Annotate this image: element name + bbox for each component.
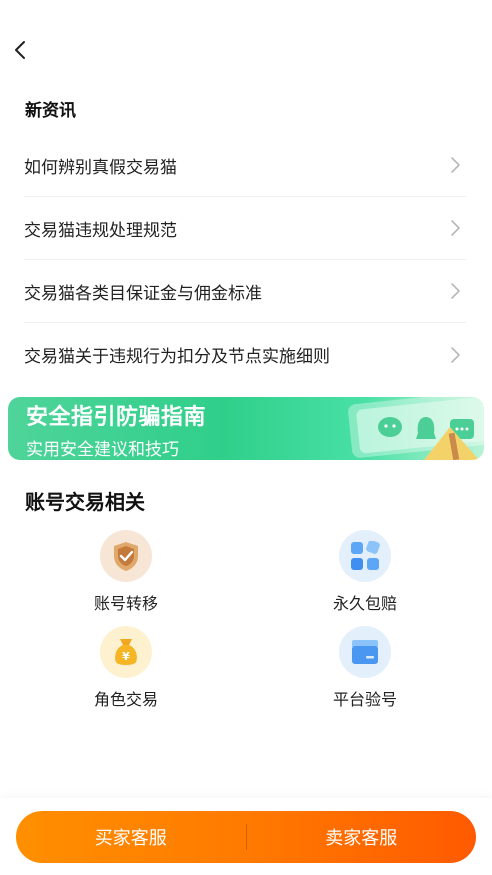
news-item-label: 如何辨别真假交易猫 [24,157,177,178]
platform-verify-label: 平台验号 [332,690,397,709]
account-transfer-label: 账号转移 [93,594,158,613]
bottom-service-bar: 买家客服 卖家客服 [0,798,492,875]
news-list: 如何辨别真假交易猫 交易猫违规处理规范 交易猫各类目保证金与佣金标准 交易猫关于… [24,134,466,386]
safety-guide-banner[interactable]: 安全指引防骗指南 实用安全建议和技巧 [8,397,484,460]
news-item-1[interactable]: 如何辨别真假交易猫 [24,134,466,197]
account-transfer-item[interactable]: 账号转移 [66,530,186,614]
page: 新资讯 如何辨别真假交易猫 交易猫违规处理规范 交易猫各类目保证金与佣金标准 交… [0,0,492,875]
role-trade-label: 角色交易 [93,690,158,709]
customer-service-pill: 买家客服 卖家客服 [16,811,476,863]
account-section-title: 账号交易相关 [25,490,145,514]
money-bag-icon: ¥ [100,626,152,678]
svg-text:¥: ¥ [122,650,130,663]
chevron-right-icon [451,157,460,173]
permanent-compensation-label: 永久包赔 [332,594,397,613]
chevron-right-icon [451,283,460,299]
seller-service-button[interactable]: 卖家客服 [247,811,477,863]
buyer-service-button[interactable]: 买家客服 [16,811,246,863]
chat-icon [378,417,402,437]
news-item-label: 交易猫违规处理规范 [24,220,177,241]
back-button[interactable] [8,36,32,64]
card-box-icon [339,626,391,678]
news-section-title: 新资讯 [25,101,76,121]
banner-illustration-icon [348,397,484,460]
permanent-compensation-item[interactable]: 永久包赔 [305,530,425,614]
news-item-label: 交易猫各类目保证金与佣金标准 [24,283,262,304]
shield-check-icon [100,530,152,582]
chevron-right-icon [451,220,460,236]
back-arrow-icon [15,41,25,59]
banner-title: 安全指引防骗指南 [26,405,207,430]
banner-subtitle: 实用安全建议和技巧 [26,440,179,460]
role-trade-item[interactable]: ¥ 角色交易 [66,626,186,710]
news-item-4[interactable]: 交易猫关于违规行为扣分及节点实施细则 [24,323,466,386]
chevron-right-icon [451,346,460,363]
news-item-2[interactable]: 交易猫违规处理规范 [24,197,466,260]
news-item-3[interactable]: 交易猫各类目保证金与佣金标准 [24,260,466,323]
news-item-label: 交易猫关于违规行为扣分及节点实施细则 [24,347,330,367]
platform-verify-item[interactable]: 平台验号 [305,626,425,710]
grid-apps-icon [339,530,391,582]
